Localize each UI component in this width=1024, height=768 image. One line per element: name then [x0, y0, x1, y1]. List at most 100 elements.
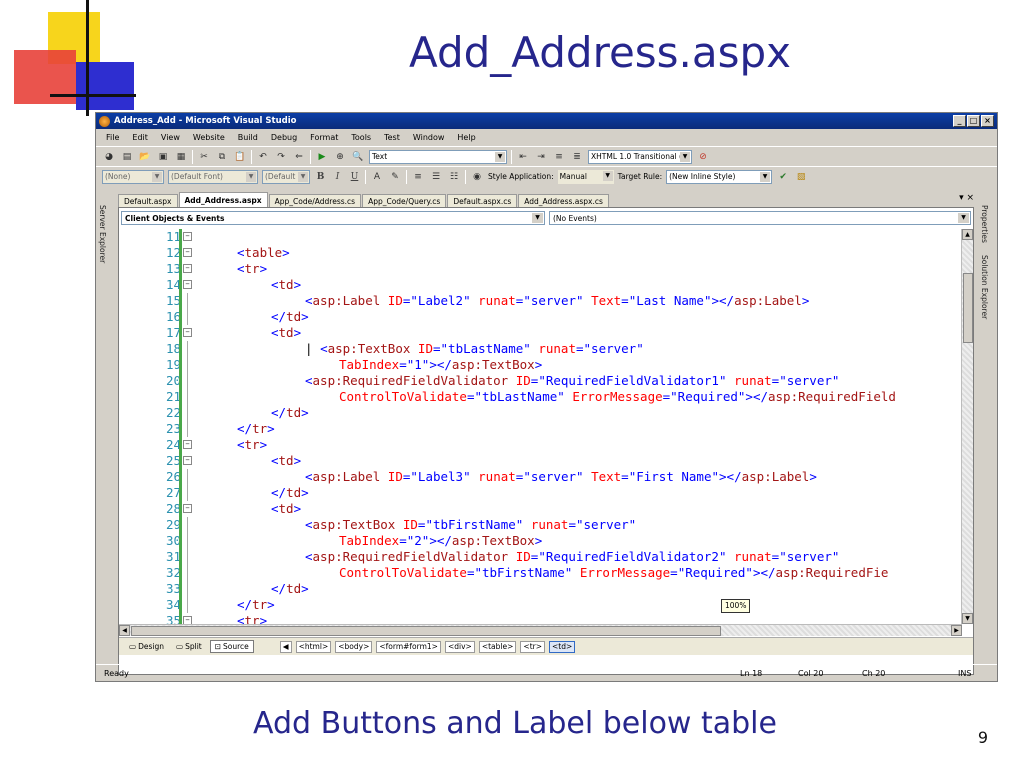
window-titlebar[interactable]: Address_Add - Microsoft Visual Studio _ … [96, 113, 997, 129]
code-line[interactable]: 31 <asp:RequiredFieldValidator ID="Requir… [119, 549, 962, 565]
maximize-button[interactable]: □ [967, 115, 980, 127]
italic-button[interactable]: I [331, 172, 344, 182]
vertical-scroll-thumb[interactable] [963, 273, 973, 343]
font-name-combo[interactable]: (Default Font) ▼ [168, 169, 258, 184]
menu-debug[interactable]: Debug [271, 133, 297, 142]
collapse-icon[interactable]: − [183, 456, 192, 465]
redo-icon[interactable]: ↷ [274, 150, 288, 163]
menu-tools[interactable]: Tools [351, 133, 371, 142]
manage-styles-icon[interactable]: ▧ [794, 170, 808, 183]
close-document-button[interactable]: ▾ × [959, 193, 974, 203]
style-application-combo[interactable]: Manual ▼ [557, 169, 614, 184]
menu-website[interactable]: Website [193, 133, 225, 142]
horizontal-scroll-thumb[interactable] [131, 626, 721, 636]
code-line[interactable]: 30 TabIndex="2"></asp:TextBox> [119, 533, 962, 549]
font-size-combo[interactable]: (Default ▼ [262, 169, 310, 184]
doctype-combo[interactable]: XHTML 1.0 Transitional ( ▼ [588, 149, 692, 164]
breadcrumb-td[interactable]: <td> [549, 640, 576, 653]
code-line[interactable]: 17− <td> [119, 325, 962, 341]
insert-image-icon[interactable]: ◉ [470, 170, 484, 183]
add-item-icon[interactable]: ▤ [120, 150, 134, 163]
menu-test[interactable]: Test [384, 133, 400, 142]
collapse-icon[interactable]: − [183, 232, 192, 241]
breadcrumb-nav-left-icon[interactable]: ◀ [279, 640, 292, 653]
code-line[interactable]: 20 <asp:RequiredFieldValidator ID="Requir… [119, 373, 962, 389]
source-view-button[interactable]: ⊡ Source [209, 640, 254, 653]
tab-address-cs[interactable]: App_Code/Address.cs [268, 194, 362, 207]
tab-add-address-aspx-cs[interactable]: Add_Address.aspx.cs [518, 194, 609, 207]
code-line[interactable]: 24− <tr> [119, 437, 962, 453]
collapse-icon[interactable]: − [183, 264, 192, 273]
underline-button[interactable]: U [348, 172, 361, 182]
menu-window[interactable]: Window [413, 133, 445, 142]
breadcrumb-body[interactable]: <body> [335, 640, 373, 653]
scroll-right-icon[interactable]: ▶ [951, 625, 962, 636]
font-color-icon[interactable]: A [370, 170, 384, 183]
cut-icon[interactable]: ✂ [197, 150, 211, 163]
split-view-button[interactable]: ▭ Split [172, 640, 206, 653]
menu-file[interactable]: File [106, 133, 119, 142]
copy-icon[interactable]: ⧉ [215, 150, 229, 163]
tab-add-address-aspx[interactable]: Add_Address.aspx [178, 192, 268, 207]
find-combo[interactable]: Text ▼ [369, 149, 507, 164]
code-line[interactable]: 21 ControlToValidate="tbLastName" ErrorMe… [119, 389, 962, 405]
scroll-down-icon[interactable]: ▼ [962, 613, 973, 624]
client-objects-dropdown[interactable]: Client Objects & Events ▼ [121, 211, 545, 225]
design-view-button[interactable]: ▭ Design [125, 640, 168, 653]
undo-icon[interactable]: ↶ [256, 150, 270, 163]
code-line[interactable]: 14− <td> [119, 277, 962, 293]
comment-icon[interactable]: ≡ [552, 150, 566, 163]
outdent-icon[interactable]: ⇤ [516, 150, 530, 163]
navigate-back-icon[interactable]: ⇐ [292, 150, 306, 163]
code-line[interactable]: 22 </td> [119, 405, 962, 421]
block-format-combo[interactable]: (None) ▼ [102, 169, 164, 184]
chevron-down-icon[interactable]: ▼ [495, 151, 505, 162]
horizontal-scrollbar[interactable]: ◀ ▶ [119, 624, 962, 636]
chevron-down-icon[interactable]: ▼ [602, 170, 613, 181]
code-line[interactable]: 33 </td> [119, 581, 962, 597]
chevron-down-icon[interactable]: ▼ [246, 171, 256, 182]
code-line[interactable]: 34 </tr> [119, 597, 962, 613]
menu-edit[interactable]: Edit [132, 133, 148, 142]
solution-explorer-tab[interactable]: Solution Explorer [980, 243, 989, 319]
breadcrumb-tr[interactable]: <tr> [520, 640, 545, 653]
code-line[interactable]: 12− <table> [119, 245, 962, 261]
collapse-icon[interactable]: − [183, 280, 192, 289]
code-line[interactable]: 11− [119, 229, 962, 245]
save-all-icon[interactable]: ▦ [174, 150, 188, 163]
code-line[interactable]: 29 <asp:TextBox ID="tbFirstName" runat="s… [119, 517, 962, 533]
breadcrumb-html[interactable]: <html> [295, 640, 332, 653]
collapse-icon[interactable]: − [183, 440, 192, 449]
code-line[interactable]: 25− <td> [119, 453, 962, 469]
apply-style-icon[interactable]: ✔ [776, 170, 790, 183]
code-line[interactable]: 35− <tr> [119, 613, 962, 624]
start-debugging-icon[interactable]: ▶ [315, 150, 329, 163]
scroll-up-icon[interactable]: ▲ [962, 229, 973, 240]
chevron-down-icon[interactable]: ▼ [760, 171, 771, 182]
target-rule-combo[interactable]: (New Inline Style) ▼ [666, 169, 773, 184]
tab-default-aspx-cs[interactable]: Default.aspx.cs [447, 194, 518, 207]
code-line[interactable]: 27 </td> [119, 485, 962, 501]
scroll-left-icon[interactable]: ◀ [119, 625, 130, 636]
check-accessibility-icon[interactable]: ⊘ [696, 150, 710, 163]
code-line[interactable]: 26 <asp:Label ID="Label3" runat="server" … [119, 469, 962, 485]
collapse-icon[interactable]: − [183, 248, 192, 257]
find-in-files-icon[interactable]: 🔍 [351, 150, 365, 163]
indent-icon[interactable]: ⇥ [534, 150, 548, 163]
code-line[interactable]: 32 ControlToValidate="tbFirstName" ErrorM… [119, 565, 962, 581]
collapse-icon[interactable]: − [183, 616, 192, 624]
menu-help[interactable]: Help [457, 133, 475, 142]
bold-button[interactable]: B [314, 172, 327, 182]
menu-format[interactable]: Format [310, 133, 338, 142]
code-line[interactable]: 28− <td> [119, 501, 962, 517]
chevron-down-icon[interactable]: ▼ [532, 213, 543, 223]
tab-default-aspx[interactable]: Default.aspx [118, 194, 178, 207]
code-line[interactable]: 16 </td> [119, 309, 962, 325]
code-line[interactable]: 19 TabIndex="1"></asp:TextBox> [119, 357, 962, 373]
breadcrumb-table[interactable]: <table> [478, 640, 517, 653]
collapse-icon[interactable]: − [183, 328, 192, 337]
chevron-down-icon[interactable]: ▼ [680, 151, 690, 162]
code-editor[interactable]: Client Objects & Events ▼ (No Events) ▼ … [118, 207, 974, 675]
breadcrumb-form[interactable]: <form#form1> [376, 640, 441, 653]
numbering-icon[interactable]: ☷ [447, 170, 461, 183]
